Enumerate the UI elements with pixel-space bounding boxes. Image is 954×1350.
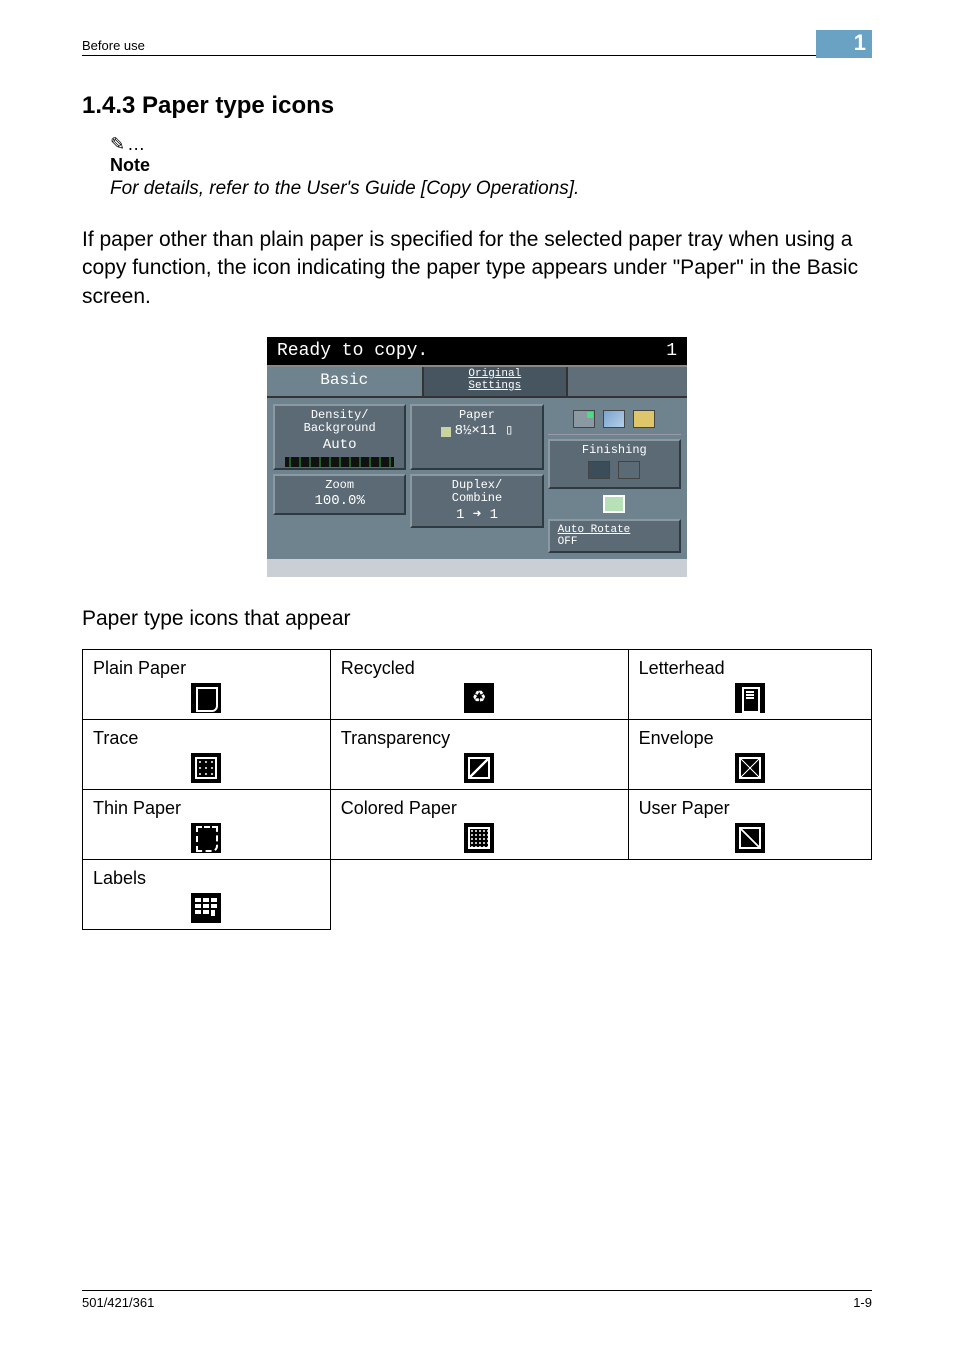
page-footer: 501/421/361 1-9 <box>82 1290 872 1310</box>
tab-basic[interactable]: Basic <box>267 367 424 396</box>
plain-paper-icon <box>191 683 221 713</box>
mini-icon-2 <box>603 410 625 428</box>
cell-empty <box>330 860 628 930</box>
note-block: ✎… Note For details, refer to the User's… <box>110 134 872 200</box>
cell-thin-paper: Thin Paper <box>83 790 331 860</box>
header-section: Before use <box>82 38 145 53</box>
footer-model: 501/421/361 <box>82 1295 154 1310</box>
colored-paper-icon <box>464 823 494 853</box>
table-caption: Paper type icons that appear <box>82 607 872 631</box>
copier-status-bar: Ready to copy. 1 <box>267 337 687 365</box>
density-value: Auto <box>279 438 400 453</box>
footer-page-number: 1-9 <box>853 1295 872 1310</box>
mini-icon-1 <box>573 410 595 428</box>
cell-transparency: Transparency <box>330 720 628 790</box>
duplex-button[interactable]: Duplex/ Combine 1 ➜ 1 <box>410 474 543 528</box>
cell-trace: Trace <box>83 720 331 790</box>
status-text: Ready to copy. <box>277 341 428 361</box>
cell-labels: Labels <box>83 860 331 930</box>
chapter-number-box: 1 <box>816 30 872 58</box>
recycled-icon: ♻ <box>464 683 494 713</box>
labels-icon <box>191 893 221 923</box>
finishing-icon-2 <box>618 461 640 479</box>
cell-envelope: Envelope <box>628 720 871 790</box>
note-icon: ✎ <box>110 134 125 154</box>
zoom-button[interactable]: Zoom 100.0% <box>273 474 406 515</box>
auto-rotate-button[interactable]: Auto Rotate OFF <box>548 519 681 553</box>
table-row: Plain Paper Recycled ♻ Letterhead <box>83 650 872 720</box>
cell-empty <box>628 860 871 930</box>
mini-icon-3 <box>633 410 655 428</box>
copier-bottom-strip <box>267 559 687 577</box>
letterhead-icon <box>735 683 765 713</box>
cell-user-paper: User Paper <box>628 790 871 860</box>
finishing-button[interactable]: Finishing <box>548 439 681 489</box>
copier-tabs: Basic Original Settings <box>267 365 687 398</box>
section-heading: 1.4.3 Paper type icons <box>82 92 872 120</box>
density-button[interactable]: Density/ Background Auto <box>273 404 406 470</box>
paper-type-icon-table: Plain Paper Recycled ♻ Letterhead Trace … <box>82 649 872 930</box>
cell-plain-paper: Plain Paper <box>83 650 331 720</box>
copier-screenshot: Ready to copy. 1 Basic Original Settings… <box>82 337 872 577</box>
trace-icon <box>191 753 221 783</box>
table-row: Labels <box>83 860 872 930</box>
paper-button[interactable]: Paper 8½×11 ▯ <box>410 404 543 470</box>
cell-recycled: Recycled ♻ <box>330 650 628 720</box>
finishing-icons-row <box>548 404 681 435</box>
thin-paper-icon <box>191 823 221 853</box>
copy-count: 1 <box>666 341 677 361</box>
tab-original-settings[interactable]: Original Settings <box>424 367 569 396</box>
page-header: Before use <box>82 38 872 56</box>
duplex-value: 1 ➜ 1 <box>416 508 537 523</box>
paper-value: 8½×11 ▯ <box>455 424 514 439</box>
table-row: Trace Transparency Envelope <box>83 720 872 790</box>
cell-letterhead: Letterhead <box>628 650 871 720</box>
body-paragraph: If paper other than plain paper is speci… <box>82 226 872 311</box>
density-bar-icon <box>285 457 394 467</box>
transparency-icon <box>464 753 494 783</box>
note-label: Note <box>110 155 872 176</box>
paper-type-icon <box>441 427 451 437</box>
output-icon <box>603 495 625 513</box>
tab-blank <box>568 367 687 396</box>
zoom-value: 100.0% <box>279 494 400 509</box>
table-row: Thin Paper Colored Paper User Paper <box>83 790 872 860</box>
envelope-icon <box>735 753 765 783</box>
user-paper-icon <box>735 823 765 853</box>
cell-colored-paper: Colored Paper <box>330 790 628 860</box>
note-ellipsis: … <box>127 134 145 154</box>
note-text: For details, refer to the User's Guide [… <box>110 178 872 200</box>
finishing-icon-1 <box>588 461 610 479</box>
